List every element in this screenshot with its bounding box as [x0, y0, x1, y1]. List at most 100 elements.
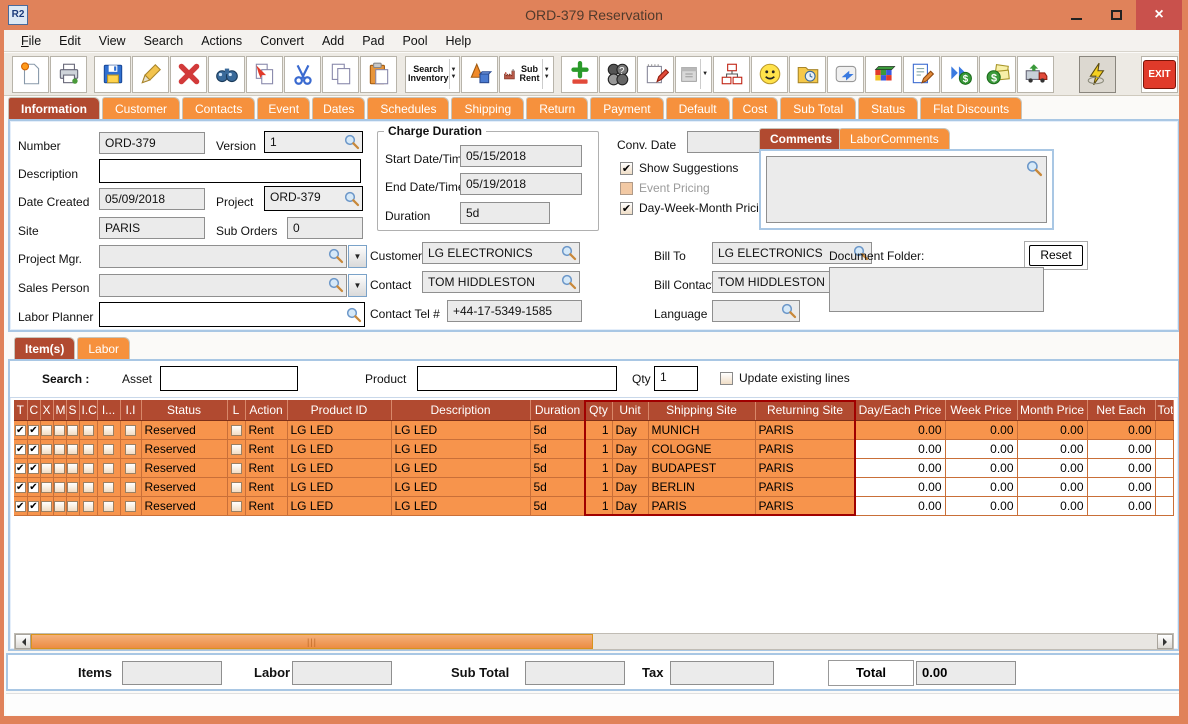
org-chart-button[interactable]	[713, 55, 751, 93]
cell-checkbox[interactable]	[227, 496, 246, 516]
cell-checkbox[interactable]	[97, 420, 121, 440]
row-checkbox[interactable]	[230, 443, 242, 455]
cell-month_price[interactable]: 0.00	[1017, 420, 1088, 440]
cell-unit[interactable]: Day	[612, 439, 649, 459]
cell-action[interactable]: Rent	[245, 458, 288, 478]
cell-checkbox[interactable]	[227, 420, 246, 440]
cell-shipping_site[interactable]: COLOGNE	[648, 439, 756, 459]
copy-to-button[interactable]	[246, 55, 284, 93]
new-document-button[interactable]	[12, 55, 49, 93]
cell-checkbox[interactable]	[227, 439, 246, 459]
cell-checkbox[interactable]	[79, 439, 98, 459]
add-line-button[interactable]	[561, 55, 599, 93]
print-button[interactable]	[50, 55, 87, 93]
row-checkbox[interactable]	[125, 424, 136, 436]
cell-checkbox[interactable]	[66, 496, 80, 516]
grid-column-header[interactable]: Week Price	[945, 400, 1018, 421]
row-checkbox[interactable]	[82, 500, 94, 512]
cell-unit[interactable]: Day	[612, 477, 649, 497]
cell-product_id[interactable]: LG LED	[287, 477, 392, 497]
cell-checkbox[interactable]	[40, 439, 54, 459]
tab-sub-total[interactable]: Sub Total	[780, 97, 857, 119]
search-inventory-dropdown-icon[interactable]: ▼ ▼	[448, 59, 458, 89]
cell-checkbox[interactable]	[120, 420, 142, 440]
cell-checkbox[interactable]	[53, 439, 67, 459]
row-checkbox[interactable]: ✔	[28, 443, 39, 455]
document-folder-field[interactable]	[829, 267, 1044, 312]
row-checkbox[interactable]	[54, 481, 65, 493]
cell-checkbox[interactable]	[97, 496, 121, 516]
event-pricing-checkbox[interactable]	[620, 181, 633, 195]
grid-column-header[interactable]: Description	[391, 400, 531, 421]
cell-description[interactable]: LG LED	[391, 496, 531, 516]
cell-checkbox[interactable]: ✔	[27, 477, 41, 497]
menu-actions[interactable]: Actions	[192, 32, 251, 50]
cell-duration[interactable]: 5d	[530, 496, 586, 516]
lookup-icon[interactable]	[344, 134, 360, 150]
project-mgr-dropdown[interactable]: ▼	[348, 245, 367, 268]
update-existing-lines-checkbox[interactable]	[720, 371, 733, 385]
cell-checkbox[interactable]	[97, 458, 121, 478]
cell-month_price[interactable]: 0.00	[1017, 458, 1088, 478]
reset-button[interactable]: Reset	[1029, 245, 1083, 266]
row-checkbox[interactable]	[82, 481, 94, 493]
cell-action[interactable]: Rent	[245, 439, 288, 459]
cell-tot[interactable]	[1155, 439, 1174, 459]
tab-contacts[interactable]: Contacts	[182, 97, 256, 119]
cell-week_price[interactable]: 0.00	[945, 420, 1018, 440]
tab-return[interactable]: Return	[526, 97, 589, 119]
calendar-button[interactable]: ▼	[675, 55, 713, 93]
cell-checkbox[interactable]: ✔	[14, 477, 28, 497]
grid-column-header[interactable]: Status	[141, 400, 228, 421]
cell-action[interactable]: Rent	[245, 477, 288, 497]
quick-actions-button[interactable]	[1079, 55, 1116, 93]
edit-button[interactable]	[132, 55, 170, 93]
grid-column-header[interactable]: Product ID	[287, 400, 392, 421]
menu-convert[interactable]: Convert	[251, 32, 313, 50]
billing-notes-button[interactable]: $	[979, 55, 1017, 93]
tab-dates[interactable]: Dates	[312, 97, 366, 119]
cell-checkbox[interactable]: ✔	[14, 439, 28, 459]
lookup-icon[interactable]	[561, 245, 577, 261]
tab-customer[interactable]: Customer	[102, 97, 181, 119]
cell-day_each_price[interactable]: 0.00	[855, 420, 946, 440]
cell-returning_site[interactable]: PARIS	[755, 439, 856, 459]
row-checkbox[interactable]	[41, 500, 52, 512]
row-checkbox[interactable]	[54, 500, 65, 512]
labor-planner-field[interactable]	[99, 302, 365, 327]
tab-schedules[interactable]: Schedules	[367, 97, 450, 119]
grid-column-header[interactable]: X	[40, 400, 54, 421]
row-checkbox[interactable]	[125, 481, 136, 493]
grid-column-header[interactable]: C	[27, 400, 41, 421]
cell-status[interactable]: Reserved	[141, 420, 228, 440]
cell-status[interactable]: Reserved	[141, 439, 228, 459]
cell-tot[interactable]	[1155, 477, 1174, 497]
grid-column-header[interactable]: T	[14, 400, 28, 421]
cell-day_each_price[interactable]: 0.00	[855, 477, 946, 497]
cell-action[interactable]: Rent	[245, 420, 288, 440]
row-checkbox[interactable]: ✔	[28, 481, 39, 493]
cell-week_price[interactable]: 0.00	[945, 458, 1018, 478]
tab-items[interactable]: Item(s)	[14, 337, 76, 359]
exit-button[interactable]: EXIT	[1140, 55, 1178, 93]
description-field[interactable]	[99, 159, 361, 183]
grid-column-header[interactable]: Action	[245, 400, 288, 421]
row-checkbox[interactable]	[103, 443, 114, 455]
row-checkbox[interactable]	[41, 462, 52, 474]
transport-button[interactable]	[1017, 55, 1055, 93]
close-button[interactable]: ×	[1136, 0, 1182, 30]
horizontal-scrollbar[interactable]: |||	[14, 633, 1174, 650]
cell-checkbox[interactable]	[120, 439, 142, 459]
cell-tot[interactable]	[1155, 420, 1174, 440]
cell-shipping_site[interactable]: PARIS	[648, 496, 756, 516]
row-checkbox[interactable]	[54, 443, 65, 455]
cell-net_each[interactable]: 0.00	[1087, 496, 1156, 516]
row-checkbox[interactable]	[103, 462, 114, 474]
cell-duration[interactable]: 5d	[530, 477, 586, 497]
cell-net_each[interactable]: 0.00	[1087, 439, 1156, 459]
cell-checkbox[interactable]	[79, 477, 98, 497]
cell-qty[interactable]: 1	[585, 496, 613, 516]
cell-tot[interactable]	[1155, 496, 1174, 516]
row-checkbox[interactable]	[67, 443, 78, 455]
grid-column-header[interactable]: Shipping Site	[648, 400, 756, 421]
